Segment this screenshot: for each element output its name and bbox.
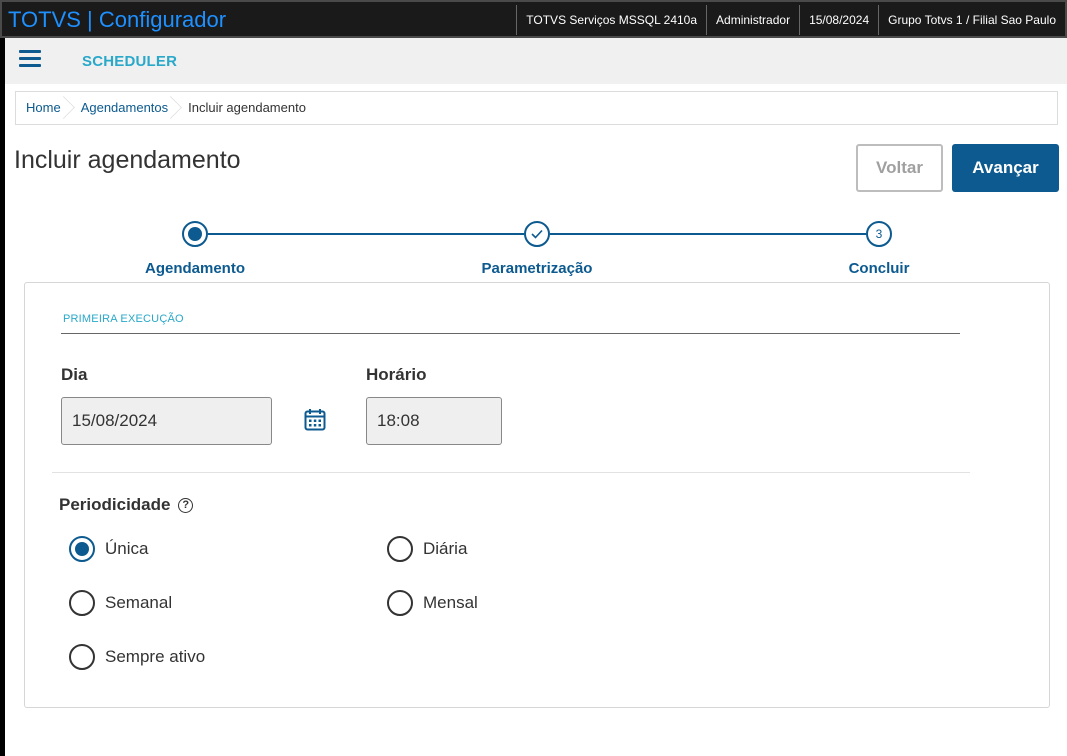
radio-semanal[interactable]: Semanal <box>69 590 172 616</box>
step-2-check-icon[interactable] <box>524 221 550 247</box>
radio-diaria[interactable]: Diária <box>387 536 467 562</box>
stepper-line <box>208 233 524 235</box>
step-3-label: Concluir <box>848 260 910 277</box>
radio-mensal[interactable]: Mensal <box>387 590 478 616</box>
date-info: 15/08/2024 <box>799 5 878 35</box>
step-1-label: Agendamento <box>144 260 246 277</box>
periodicity-label: Periodicidade <box>59 495 171 514</box>
back-button[interactable]: Voltar <box>856 144 943 192</box>
radio-label: Sempre ativo <box>105 647 206 666</box>
radio-label: Diária <box>423 539 468 558</box>
step-3-number-icon[interactable]: 3 <box>866 221 892 247</box>
title-bar: TOTVS | Configurador TOTVS Serviços MSSQ… <box>0 0 1067 38</box>
branch-info: Grupo Totvs 1 / Filial Sao Paulo <box>878 5 1065 35</box>
calendar-icon[interactable] <box>304 408 326 432</box>
next-button[interactable]: Avançar <box>952 144 1059 192</box>
breadcrumb-agendamentos[interactable]: Agendamentos <box>71 92 178 124</box>
radio-label: Única <box>105 539 149 558</box>
session-info: TOTVS Serviços MSSQL 2410a Administrador… <box>516 5 1065 35</box>
radio-label: Mensal <box>423 593 478 612</box>
section-title: PRIMEIRA EXECUÇÃO <box>63 313 184 325</box>
radio-unica[interactable]: Única <box>69 536 148 562</box>
user-info: Administrador <box>706 5 799 35</box>
periodicity-heading: Periodicidade ? <box>59 495 194 515</box>
module-header: SCHEDULER <box>5 38 1067 84</box>
day-label: Dia <box>61 365 88 384</box>
radio-checked-icon <box>69 536 95 562</box>
section-divider <box>61 333 960 334</box>
time-input[interactable]: 18:08 <box>366 397 502 445</box>
radio-unchecked-icon <box>69 590 95 616</box>
radio-label: Semanal <box>105 593 173 612</box>
environment-info: TOTVS Serviços MSSQL 2410a <box>516 5 706 35</box>
app-title: TOTVS | Configurador <box>8 7 227 32</box>
radio-unchecked-icon <box>69 644 95 670</box>
breadcrumb: Home Agendamentos Incluir agendamento <box>15 91 1058 125</box>
time-label: Horário <box>366 365 427 384</box>
page-title: Incluir agendamento <box>14 146 241 174</box>
form-divider <box>52 472 970 473</box>
main-window: SCHEDULER Home Agendamentos Incluir agen… <box>5 38 1067 756</box>
stepper-line <box>550 233 866 235</box>
day-input[interactable]: 15/08/2024 <box>61 397 272 445</box>
menu-icon[interactable] <box>19 50 41 70</box>
module-title: SCHEDULER <box>82 53 178 70</box>
breadcrumb-home[interactable]: Home <box>16 92 71 124</box>
radio-unchecked-icon <box>387 536 413 562</box>
step-2-label: Parametrização <box>481 260 593 277</box>
help-icon[interactable]: ? <box>178 498 194 513</box>
radio-unchecked-icon <box>387 590 413 616</box>
radio-sempre-ativo[interactable]: Sempre ativo <box>69 644 205 670</box>
form-panel: PRIMEIRA EXECUÇÃO Dia 15/08/2024 Horário… <box>24 282 1050 708</box>
step-1-active-icon[interactable] <box>182 221 208 247</box>
stepper: 3 Agendamento Parametrização Concluir <box>5 218 1067 278</box>
breadcrumb-current: Incluir agendamento <box>188 100 306 115</box>
